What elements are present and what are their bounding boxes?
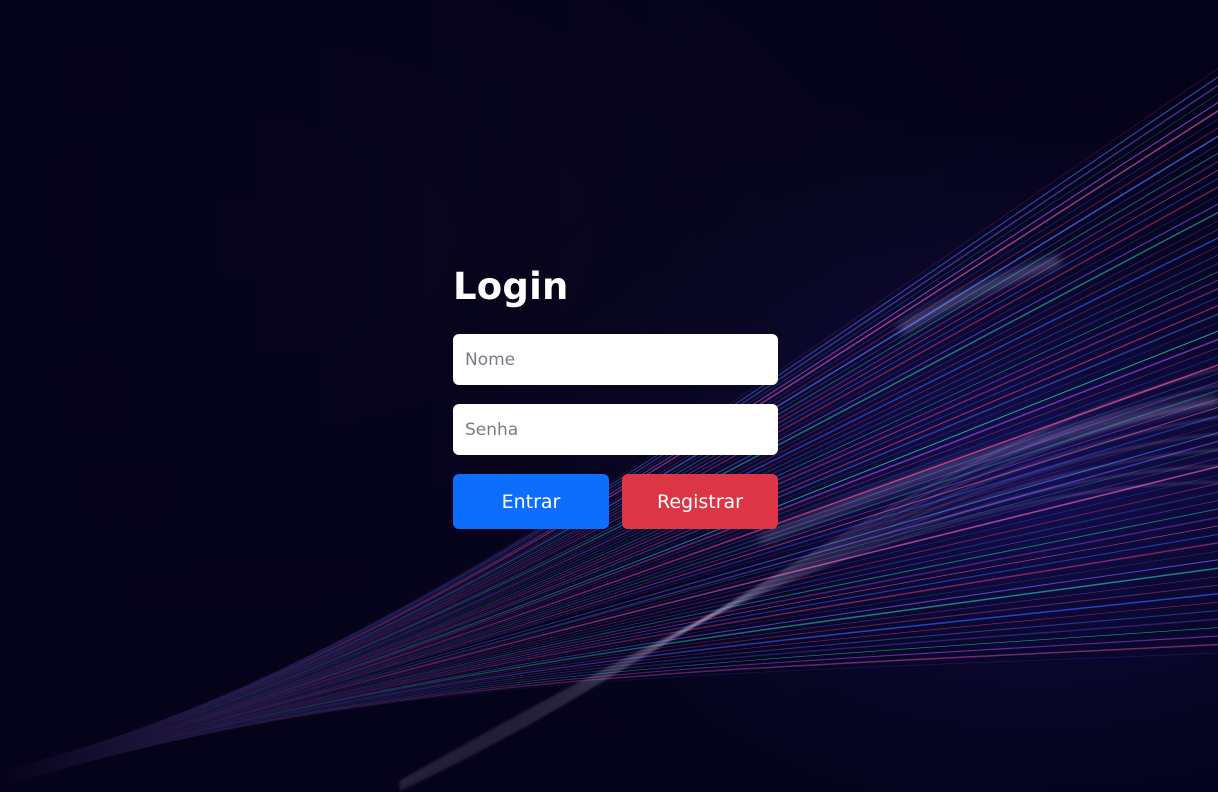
name-input[interactable]: [453, 334, 778, 385]
password-input[interactable]: [453, 404, 778, 455]
login-form: Login Entrar Registrar: [453, 262, 778, 529]
register-button[interactable]: Registrar: [622, 474, 778, 529]
button-row: Entrar Registrar: [453, 474, 778, 529]
enter-button[interactable]: Entrar: [453, 474, 609, 529]
login-title: Login: [453, 265, 569, 308]
page-background: Login Entrar Registrar: [0, 0, 1218, 792]
